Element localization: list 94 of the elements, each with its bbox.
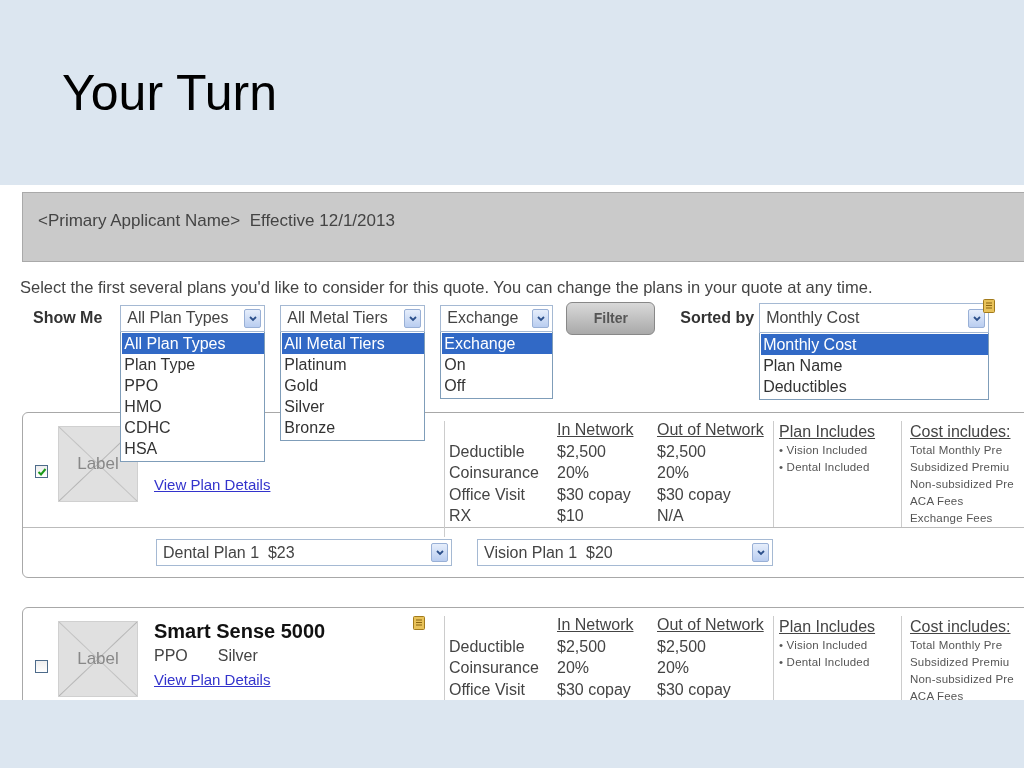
dropdown-arrow-button[interactable] bbox=[404, 308, 422, 328]
cost-item: Subsidized Premiu bbox=[910, 655, 1011, 670]
benefit-value: 20% bbox=[657, 659, 691, 678]
show-me-label: Show Me bbox=[33, 309, 103, 327]
cost-item: Exchange Fees bbox=[910, 511, 994, 526]
benefit-value: $30 copay bbox=[557, 485, 632, 505]
column-header: In Network bbox=[557, 616, 635, 635]
cost-item: ACA Fees bbox=[910, 689, 965, 700]
dropdown-option[interactable]: Off bbox=[442, 374, 553, 396]
dropdown-option[interactable]: Monthly Cost bbox=[761, 334, 989, 355]
dropdown-option[interactable]: HMO bbox=[122, 395, 265, 417]
cost-includes-header: Cost includes: bbox=[910, 422, 1012, 442]
instruction-text: Select the first several plans you'd like to consider for this quote. You can change the plans in your quote at any time. bbox=[20, 278, 874, 297]
benefit-value: 20% bbox=[557, 659, 591, 678]
sorted-by-label: Sorted by bbox=[680, 309, 755, 327]
benefit-value: $30 copay bbox=[657, 680, 732, 700]
filter-dropdown[interactable]: Exchange bbox=[440, 304, 554, 332]
benefit-label: Office Visit bbox=[449, 485, 526, 505]
benefit-value: N/A bbox=[657, 507, 685, 526]
dropdown-option[interactable]: Plan Type bbox=[122, 353, 265, 375]
benefit-label: RX bbox=[449, 507, 473, 526]
checkbox[interactable] bbox=[35, 660, 48, 673]
cost-includes-header: Cost includes: bbox=[910, 617, 1012, 637]
chevron-down-icon bbox=[971, 313, 982, 323]
chevron-down-icon bbox=[755, 548, 766, 557]
benefit-value: $10 bbox=[557, 507, 585, 526]
benefit-value: $2,500 bbox=[557, 442, 607, 462]
chevron-down-icon bbox=[247, 313, 258, 323]
slide-title: Your Turn bbox=[62, 68, 277, 118]
benefit-value: $30 copay bbox=[557, 680, 632, 700]
dropdown-option[interactable]: On bbox=[442, 353, 553, 375]
dropdown-arrow-button[interactable] bbox=[532, 308, 550, 328]
chevron-down-icon bbox=[407, 313, 418, 323]
placeholder-label: Label bbox=[77, 454, 119, 474]
column-header: Out of Network bbox=[657, 421, 765, 440]
plan-includes-header: Plan Includes bbox=[779, 422, 877, 442]
benefit-value: $2,500 bbox=[657, 637, 707, 657]
note-icon[interactable] bbox=[983, 299, 996, 313]
dropdown-option[interactable]: CDHC bbox=[122, 416, 265, 438]
view-details-link[interactable]: View Plan Details bbox=[154, 476, 271, 493]
benefit-value: 20% bbox=[657, 464, 691, 483]
cost-item: Total Monthly Pre bbox=[910, 443, 1004, 458]
chevron-down-icon bbox=[535, 313, 546, 323]
benefit-label: Coinsurance bbox=[449, 464, 540, 483]
dropdown-arrow-button[interactable] bbox=[244, 308, 262, 328]
applicant-heading: <Primary Applicant Name> Effective 12/1/2013 bbox=[38, 211, 395, 230]
benefit-value: $2,500 bbox=[657, 442, 707, 462]
dropdown-option[interactable]: Bronze bbox=[282, 416, 425, 438]
dropdown-arrow-button[interactable] bbox=[752, 543, 769, 562]
dropdown-option[interactable]: Exchange bbox=[442, 332, 553, 354]
plan-type-label: PPO bbox=[154, 647, 188, 666]
dropdown-arrow-button[interactable] bbox=[968, 308, 986, 328]
benefit-label: Deductible bbox=[449, 442, 526, 462]
included-item: • Vision Included bbox=[779, 443, 869, 458]
column-header: Out of Network bbox=[657, 616, 765, 635]
benefit-label: Office Visit bbox=[449, 680, 526, 700]
dropdown-option[interactable]: HSA bbox=[122, 437, 265, 459]
filter-dropdown[interactable]: All Plan Types bbox=[120, 304, 266, 332]
dropdown-option[interactable]: All Plan Types bbox=[122, 332, 265, 354]
benefit-label: Deductible bbox=[449, 637, 526, 657]
dropdown-option[interactable]: Silver bbox=[282, 395, 425, 417]
dropdown-option[interactable]: Deductibles bbox=[761, 376, 989, 397]
sort-dropdown[interactable]: Monthly Cost bbox=[759, 303, 990, 333]
checkbox[interactable] bbox=[35, 465, 48, 478]
filter-button[interactable]: Filter bbox=[566, 301, 656, 335]
dropdown-option[interactable]: PPO bbox=[122, 374, 265, 396]
cost-item: Non-subsidized Pre bbox=[910, 672, 1015, 687]
placeholder-label: Label bbox=[77, 649, 119, 669]
plan-name: Smart Sense 5000 bbox=[154, 620, 326, 644]
tier-label: Silver bbox=[217, 647, 258, 666]
addon-dropdown[interactable]: Dental Plan 1 $23 bbox=[156, 539, 452, 566]
dropdown-option[interactable]: All Metal Tiers bbox=[282, 332, 425, 354]
cost-item: ACA Fees bbox=[910, 494, 965, 509]
dropdown-option[interactable]: Platinum bbox=[282, 353, 425, 375]
dropdown-option[interactable]: Gold bbox=[282, 374, 425, 396]
benefit-value: $30 copay bbox=[657, 485, 732, 505]
included-item: • Dental Included bbox=[779, 655, 871, 670]
note-icon[interactable] bbox=[413, 616, 425, 630]
cost-item: Non-subsidized Pre bbox=[910, 477, 1015, 492]
benefit-label: Coinsurance bbox=[449, 659, 540, 678]
benefit-value: $2,500 bbox=[557, 637, 607, 657]
dropdown-option[interactable]: Plan Name bbox=[761, 355, 989, 376]
cost-item: Subsidized Premiu bbox=[910, 460, 1011, 475]
plan-includes-header: Plan Includes bbox=[779, 617, 877, 637]
included-item: • Dental Included bbox=[779, 460, 871, 475]
benefit-value: 20% bbox=[557, 464, 591, 483]
chevron-down-icon bbox=[434, 548, 445, 557]
included-item: • Vision Included bbox=[779, 638, 869, 653]
cost-item: Total Monthly Pre bbox=[910, 638, 1004, 653]
column-header: In Network bbox=[557, 421, 635, 440]
filter-dropdown[interactable]: All Metal Tiers bbox=[280, 304, 426, 332]
dropdown-arrow-button[interactable] bbox=[431, 543, 448, 562]
view-details-link[interactable]: View Plan Details bbox=[154, 671, 271, 688]
addon-dropdown[interactable]: Vision Plan 1 $20 bbox=[477, 539, 773, 566]
